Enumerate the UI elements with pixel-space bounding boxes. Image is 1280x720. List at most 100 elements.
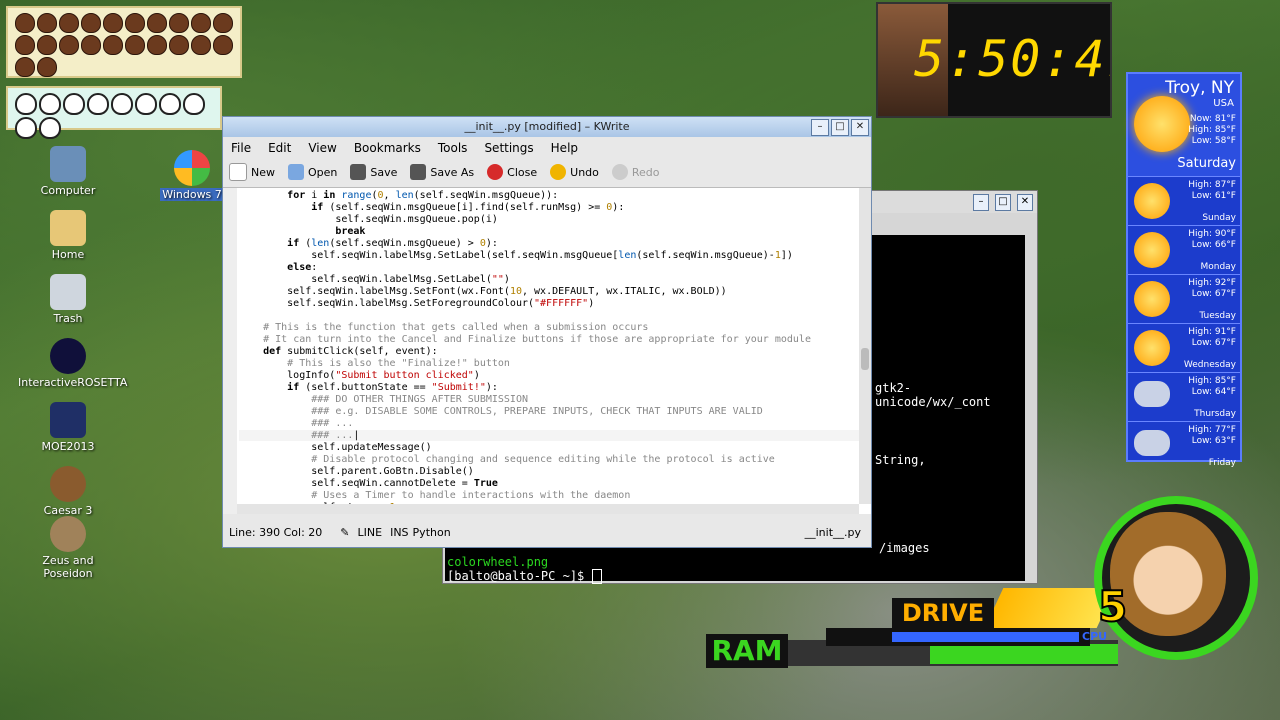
undo-icon — [550, 164, 567, 180]
menu-help[interactable]: Help — [551, 141, 578, 155]
desktop-icon-moe2013[interactable]: MOE2013 — [18, 402, 118, 453]
home-folder-icon — [50, 210, 86, 246]
desktop-icon-label: Computer — [40, 184, 96, 197]
vertical-scrollbar[interactable] — [859, 188, 871, 504]
hp-bar-widget — [6, 6, 242, 78]
mp-unit-icon — [63, 93, 85, 115]
scrollbar-thumb[interactable] — [861, 348, 869, 370]
sun-icon — [1134, 281, 1170, 317]
mp-unit-icon — [15, 93, 37, 115]
open-folder-icon — [288, 164, 304, 180]
clock-time: 5:50:41 — [914, 30, 1110, 88]
selection-mode[interactable]: LINE — [358, 526, 383, 539]
forecast-high: High: 91°F — [1188, 327, 1236, 337]
minimize-icon[interactable]: – — [811, 119, 829, 136]
weather-today: Saturday — [1177, 156, 1236, 171]
forecast-high: High: 85°F — [1188, 376, 1236, 386]
forecast-low: Low: 64°F — [1191, 387, 1236, 397]
menu-bookmarks[interactable]: Bookmarks — [354, 141, 421, 155]
statusbar: Line: 390 Col: 20 ✎ LINE INS Python __in… — [223, 517, 871, 547]
hp-unit-icon — [37, 57, 57, 77]
storm-icon — [1134, 430, 1170, 456]
menu-tools[interactable]: Tools — [438, 141, 468, 155]
menu-settings[interactable]: Settings — [484, 141, 533, 155]
moe-icon — [50, 402, 86, 438]
forecast-row: High: 91°F Low: 67°F Wednesday — [1128, 323, 1240, 372]
new-label: New — [251, 165, 275, 179]
save-as-icon — [410, 164, 427, 180]
close-icon[interactable]: ✕ — [851, 119, 869, 136]
kwrite-titlebar[interactable]: __init__.py [modified] – KWrite – □ ✕ — [223, 117, 871, 137]
mp-unit-icon — [111, 93, 133, 115]
insert-mode[interactable]: INS — [390, 526, 408, 539]
ram-bar-fill — [930, 644, 1119, 664]
hp-unit-icon — [59, 13, 79, 33]
minimize-icon[interactable]: – — [973, 194, 989, 211]
drive-label: DRIVE — [892, 598, 994, 628]
hp-unit-icon — [37, 13, 57, 33]
menu-view[interactable]: View — [308, 141, 336, 155]
forecast-day: Thursday — [1194, 409, 1236, 419]
undo-button[interactable]: Undo — [550, 164, 599, 180]
hp-unit-icon — [147, 13, 167, 33]
windows-logo-icon — [174, 150, 210, 186]
horizontal-scrollbar[interactable] — [237, 504, 859, 514]
cursor-position: Line: 390 Col: 20 — [229, 525, 323, 539]
save-button[interactable]: Save — [350, 164, 397, 180]
save-label: Save — [370, 165, 398, 179]
forecast-low: Low: 67°F — [1191, 289, 1236, 299]
trash-icon — [50, 274, 86, 310]
sun-icon — [1134, 232, 1170, 268]
desktop-icon-interactiverosetta[interactable]: InteractiveROSETTA — [18, 338, 127, 389]
menubar: File Edit View Bookmarks Tools Settings … — [223, 137, 871, 159]
desktop-icon-label: Home — [51, 248, 85, 261]
syntax-mode[interactable]: Python — [413, 526, 451, 539]
weather-now: Now: 81°F — [1189, 114, 1236, 124]
close-button[interactable]: Close — [487, 164, 537, 180]
menu-file[interactable]: File — [231, 141, 251, 155]
hp-unit-icon — [169, 13, 189, 33]
terminal-cursor — [591, 569, 602, 584]
save-as-button[interactable]: Save As — [410, 164, 474, 180]
redo-button[interactable]: Redo — [611, 164, 660, 180]
terminal-prompt: [balto@balto-PC ~]$ — [447, 569, 592, 583]
open-button[interactable]: Open — [288, 164, 337, 180]
kwrite-window[interactable]: __init__.py [modified] – KWrite – □ ✕ Fi… — [222, 116, 872, 548]
desktop-icon-computer[interactable]: Computer — [18, 146, 118, 197]
desktop-icon-home[interactable]: Home — [18, 210, 118, 261]
hp-unit-icon — [103, 35, 123, 55]
forecast-high: High: 92°F — [1188, 278, 1236, 288]
forecast-low: Low: 63°F — [1191, 436, 1236, 446]
mp-unit-icon — [39, 117, 61, 139]
hp-hearts — [8, 8, 240, 82]
forecast-day: Wednesday — [1183, 360, 1236, 370]
hp-unit-icon — [15, 35, 35, 55]
forecast-day: Tuesday — [1199, 311, 1236, 321]
new-document-icon — [229, 163, 247, 181]
weather-widget: Troy, NY USA Now: 81°F High: 85°F Low: 5… — [1126, 72, 1242, 468]
weather-current: Troy, NY USA Now: 81°F High: 85°F Low: 5… — [1128, 74, 1240, 176]
caesar-icon — [50, 466, 86, 502]
maximize-icon[interactable]: □ — [831, 119, 849, 136]
code-editor[interactable]: for i in range(0, len(self.seqWin.msgQue… — [223, 187, 871, 514]
desktop-icon-trash[interactable]: Trash — [18, 274, 118, 325]
status-filename: __init__.py — [804, 525, 861, 539]
menu-edit[interactable]: Edit — [268, 141, 291, 155]
forecast-row: High: 92°F Low: 67°F Tuesday — [1128, 274, 1240, 323]
terminal-line: String, — [875, 453, 926, 467]
close-icon[interactable]: ✕ — [1017, 194, 1033, 211]
desktop-icon-label: InteractiveROSETTA — [18, 376, 128, 389]
maximize-icon[interactable]: □ — [995, 194, 1011, 211]
desktop-icon-zeus[interactable]: Zeus and Poseidon — [18, 516, 118, 580]
mp-unit-icon — [183, 93, 205, 115]
hp-unit-icon — [125, 35, 145, 55]
forecast-row: High: 87°F Low: 61°F Sunday — [1128, 176, 1240, 225]
new-button[interactable]: New — [229, 163, 275, 181]
cpu-bar-fill — [892, 632, 1080, 642]
desktop-icon-caesar3[interactable]: Caesar 3 — [18, 466, 118, 517]
open-label: Open — [308, 165, 338, 179]
mp-unit-icon — [87, 93, 109, 115]
code-folding-gutter[interactable] — [223, 188, 237, 514]
weather-low: Low: 58°F — [1191, 136, 1236, 146]
mp-bar-widget — [6, 86, 222, 139]
